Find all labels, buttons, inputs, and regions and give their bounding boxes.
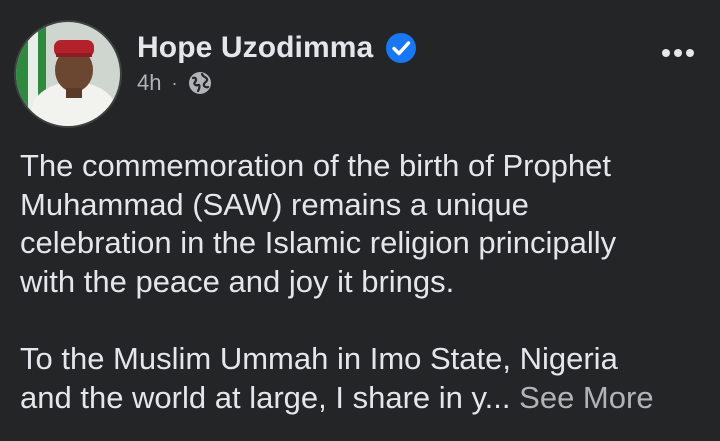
verified-badge-icon [385,32,417,64]
avatar-image [16,22,120,126]
text-line: celebration in the Islamic religion prin… [20,225,617,260]
avatar[interactable] [14,20,122,128]
see-more-link[interactable]: See More [519,380,653,415]
truncated-text: and the world at large, I share in y... [20,379,511,415]
post-card: Hope Uzodimma 4h · The commemoration of … [0,0,720,441]
author-name[interactable]: Hope Uzodimma [137,26,373,70]
post-meta: 4h · [137,68,213,98]
meta-separator: · [171,73,178,93]
post-header: Hope Uzodimma 4h · [0,0,720,140]
globe-icon[interactable] [187,70,213,96]
text-line: with the peace and joy it brings. [20,263,455,299]
author-row: Hope Uzodimma [137,26,417,70]
more-options-icon[interactable] [655,38,701,68]
post-body: The commemoration of the birth of Prophe… [20,147,710,417]
text-line: To the Muslim Ummah in Imo State, Nigeri… [20,341,618,376]
text-line: Muhammad (SAW) remains a unique [20,186,529,222]
post-timestamp[interactable]: 4h [137,68,161,98]
text-line-last: and the world at large, I share in y... … [20,379,710,418]
post-paragraph-1: The commemoration of the birth of Prophe… [20,147,710,301]
text-line: The commemoration of the birth of Prophe… [20,148,612,183]
post-paragraph-2: To the Muslim Ummah in Imo State, Nigeri… [20,340,710,417]
